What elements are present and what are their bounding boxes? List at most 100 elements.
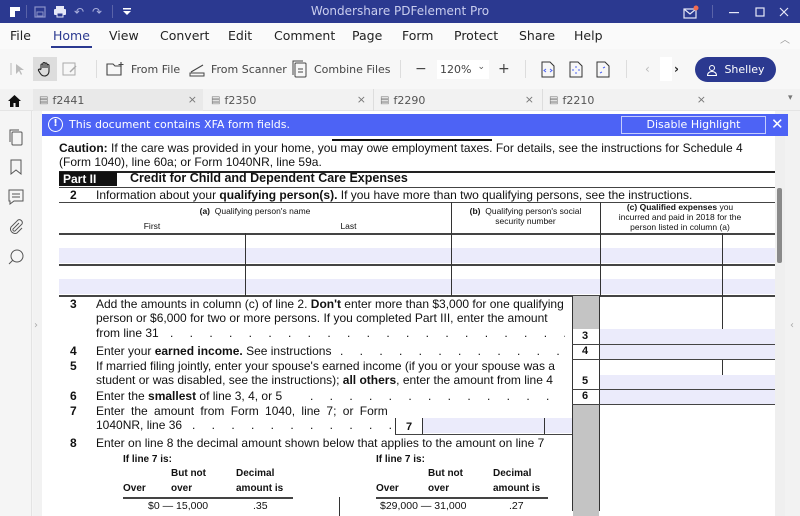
info-icon: ! xyxy=(48,117,63,132)
bookmarks-icon[interactable] xyxy=(7,158,25,176)
menu-page[interactable]: Page xyxy=(352,28,382,43)
tab-f2210[interactable]: ▤ f2210 × xyxy=(542,89,712,111)
text: Don't xyxy=(310,297,341,311)
menu-comment[interactable]: Comment xyxy=(274,28,335,43)
menu-form[interactable]: Form xyxy=(402,28,434,43)
scroll-right-icon[interactable]: › xyxy=(674,57,679,81)
over-label: Over xyxy=(376,483,399,494)
column-c-header-3: person listed in column (a) xyxy=(630,222,730,232)
fit-width-icon[interactable] xyxy=(541,57,555,81)
line-7-field[interactable] xyxy=(423,418,572,433)
hand-tool-icon[interactable] xyxy=(33,57,57,81)
part-label: Part II xyxy=(59,172,117,186)
tab-f2290[interactable]: ▤ f2290 × xyxy=(373,89,540,111)
fit-page-icon[interactable] xyxy=(569,57,583,81)
zoom-in-button[interactable]: + xyxy=(498,57,510,81)
line-2-text: Information about your qualifying person… xyxy=(96,188,692,202)
close-tab-icon[interactable]: × xyxy=(357,93,366,106)
close-banner-icon[interactable]: ✕ xyxy=(771,115,784,133)
line-5-field[interactable] xyxy=(600,375,775,389)
attachments-icon[interactable] xyxy=(7,218,25,236)
from-file-button[interactable]: From File xyxy=(106,57,180,81)
document-icon: ▤ xyxy=(549,94,559,106)
close-tab-icon[interactable]: × xyxy=(525,93,534,106)
line-3-box-label: 3 xyxy=(581,330,589,342)
line-4-number: 4 xyxy=(70,344,77,358)
from-scanner-button[interactable]: From Scanner xyxy=(188,57,287,81)
close-tab-icon[interactable]: × xyxy=(697,93,706,106)
banner-message: This document contains XFA form fields. xyxy=(69,118,291,131)
qualifying-person-2-field[interactable] xyxy=(59,279,775,294)
tab-f2441[interactable]: ▤ f2441 × xyxy=(33,89,203,111)
zoom-level-select[interactable]: 120% ⌄ xyxy=(437,60,489,79)
right-range-0: $29,000 — 31,000 xyxy=(380,500,467,512)
line-3-field[interactable] xyxy=(600,329,775,344)
vertical-scrollbar[interactable] xyxy=(775,136,785,516)
line-4-field[interactable] xyxy=(600,345,775,359)
toolbar-divider xyxy=(96,60,97,78)
menu-file[interactable]: File xyxy=(10,28,31,43)
actual-size-icon[interactable] xyxy=(596,57,610,81)
menu-convert[interactable]: Convert xyxy=(160,28,209,43)
menu-view[interactable]: View xyxy=(109,28,139,43)
divider xyxy=(572,359,775,360)
amount-is-label: amount is xyxy=(493,483,541,494)
zoom-out-button[interactable]: − xyxy=(415,57,427,81)
menu-share[interactable]: Share xyxy=(519,28,555,43)
menu-edit[interactable]: Edit xyxy=(228,28,252,43)
pdf-page: Caution: If the care was provided in you… xyxy=(42,111,775,516)
tab-list-icon[interactable]: ▾ xyxy=(788,93,793,103)
disable-highlight-button[interactable]: Disable Highlight xyxy=(621,116,766,134)
decimal-label: Decimal xyxy=(493,468,532,479)
mail-icon[interactable] xyxy=(682,3,700,20)
if-line-7-label: If line 7 is: xyxy=(376,454,425,465)
column-a-first: First xyxy=(143,221,161,231)
search-icon[interactable] xyxy=(7,248,25,266)
line-4-text: Enter your earned income. See instructio… xyxy=(96,344,331,358)
scrollbar-thumb[interactable] xyxy=(777,188,782,263)
tab-label: f2210 xyxy=(562,93,595,107)
collapse-right-panel-icon[interactable]: ‹ xyxy=(790,320,794,331)
home-icon[interactable] xyxy=(7,93,22,112)
but-not-label: But not xyxy=(171,468,206,479)
comments-icon[interactable] xyxy=(7,188,25,206)
from-scanner-label: From Scanner xyxy=(211,62,287,76)
line-5-box-label: 5 xyxy=(581,375,589,387)
right-decimal-0: .27 xyxy=(509,500,524,512)
divider xyxy=(722,233,723,296)
window-title: Wondershare PDFelement Pro xyxy=(310,4,490,18)
user-account-button[interactable]: Shelley xyxy=(695,57,776,82)
select-tool-icon[interactable] xyxy=(10,57,30,81)
line-8-text: Enter on line 8 the decimal amount shown… xyxy=(96,436,545,450)
menu-home[interactable]: Home xyxy=(51,28,92,48)
close-tab-icon[interactable]: × xyxy=(188,93,197,106)
combine-files-button[interactable]: Combine Files xyxy=(292,57,391,81)
edit-tool-icon[interactable] xyxy=(62,57,82,81)
thumbnails-icon[interactable] xyxy=(7,128,25,146)
scroll-left-icon[interactable]: ‹ xyxy=(645,57,650,81)
qualifying-person-1-field[interactable] xyxy=(59,248,775,263)
menu-help[interactable]: Help xyxy=(574,28,603,43)
collapse-ribbon-icon[interactable]: ︿ xyxy=(780,31,790,46)
document-icon: ▤ xyxy=(39,94,49,106)
tab-f2350[interactable]: ▤ f2350 × xyxy=(205,89,372,111)
maximize-icon[interactable] xyxy=(752,3,768,20)
minimize-icon[interactable] xyxy=(726,3,742,20)
toolbar-divider xyxy=(525,60,526,78)
divider xyxy=(376,497,548,499)
line-4-box-label: 4 xyxy=(581,345,589,357)
text: qualifying person(s). xyxy=(219,188,338,202)
divider xyxy=(544,418,545,434)
divider xyxy=(339,497,340,516)
divider xyxy=(245,233,246,296)
collapse-sidebar-icon[interactable]: › xyxy=(34,320,38,331)
leader-dots: . . . . . . . . . . . . . . . . . . . . … xyxy=(170,326,565,340)
text: (c) Qualified expenses xyxy=(626,202,718,212)
tab-label: f2290 xyxy=(393,93,426,107)
line-3-text-3: from line 31 xyxy=(96,326,159,340)
divider xyxy=(123,497,293,499)
line-6-field[interactable] xyxy=(600,390,775,404)
menu-protect[interactable]: Protect xyxy=(454,28,498,43)
close-window-icon[interactable] xyxy=(776,3,792,20)
line-8-number: 8 xyxy=(70,436,77,450)
